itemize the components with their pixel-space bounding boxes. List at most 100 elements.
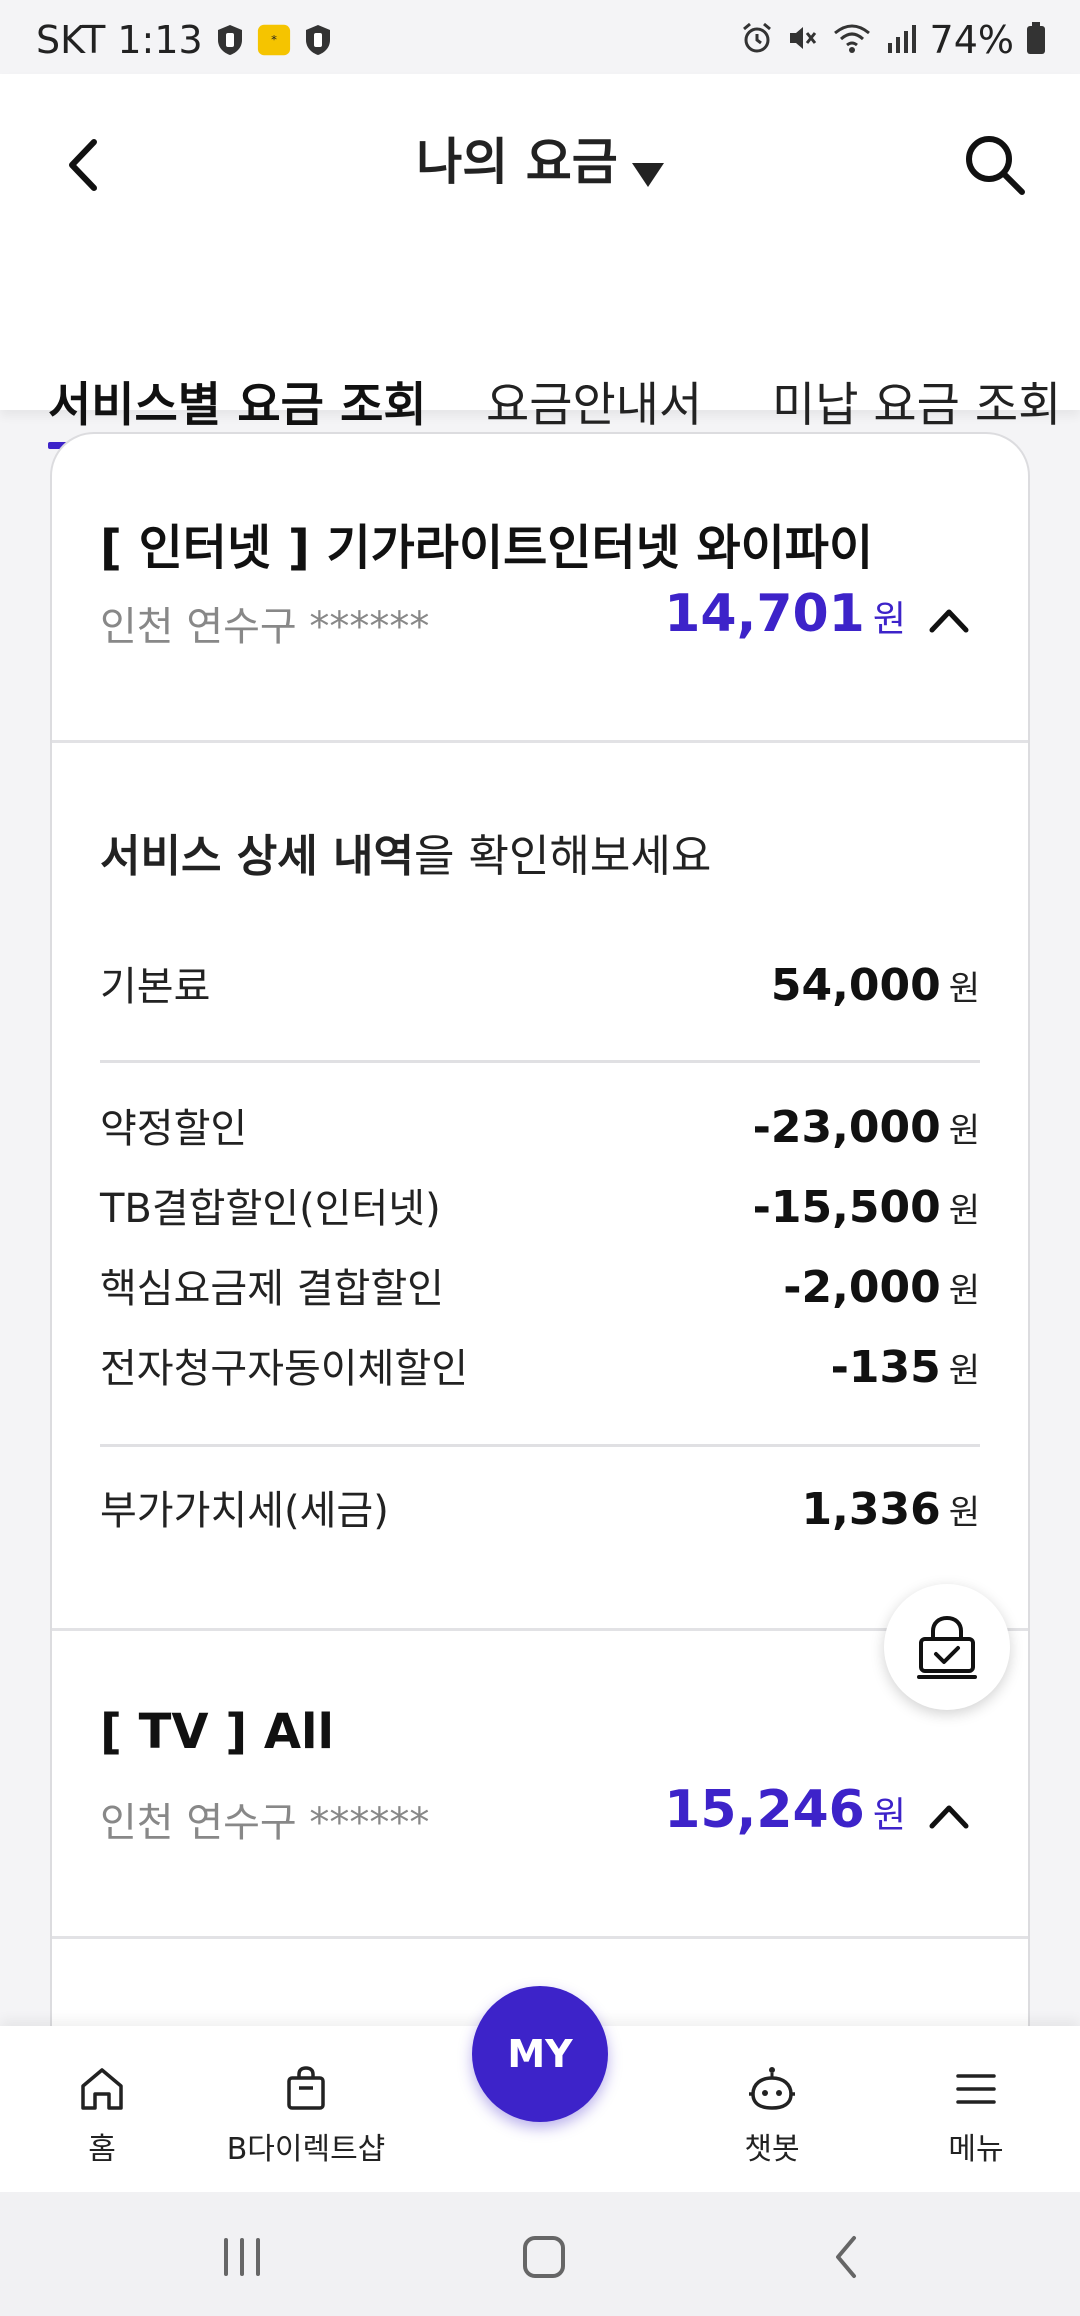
discount-amount: -15,500 원 (753, 1182, 980, 1233)
vat-label: 부가가치세(세금) (100, 1488, 389, 1534)
discount-value: -2,000 (783, 1262, 941, 1313)
vat-row: 부가가치세(세금) 1,336 원 (100, 1478, 980, 1536)
nav-chatbot[interactable]: 챗봇 (682, 2062, 862, 2168)
won-unit: 원 (948, 1271, 980, 1311)
chevron-up-icon (929, 609, 969, 633)
back-arrow-icon (836, 2236, 856, 2278)
won-unit: 원 (948, 1493, 980, 1533)
won-unit: 원 (948, 1191, 980, 1231)
svg-text:*: * (271, 33, 277, 47)
base-fee-amount: 54,000 원 (771, 960, 980, 1011)
home-system-button[interactable] (514, 2232, 574, 2282)
secure-lock-button[interactable] (884, 1584, 1010, 1710)
vat-amount: 1,336 원 (802, 1484, 980, 1535)
internet-service-title: [ 인터넷 ] 기가라이트인터넷 와이파이 (100, 520, 874, 576)
details-heading-rest: 을 확인해보세요 (414, 831, 712, 882)
tv-amount-value: 15,246 (664, 1780, 865, 1840)
status-left: SKT 1:13 * (36, 18, 335, 62)
search-button[interactable] (960, 130, 1030, 200)
shield-notification-icon (301, 21, 335, 59)
collapse-button[interactable] (926, 598, 972, 644)
discount-row: TB결합할인(인터넷) -15,500 원 (100, 1176, 980, 1234)
discount-label: 핵심요금제 결합할인 (100, 1266, 444, 1312)
app-notification-icon: * (257, 21, 291, 59)
discount-value: -135 (830, 1342, 941, 1393)
discount-value: -23,000 (752, 1102, 941, 1153)
my-button[interactable]: MY (472, 1986, 608, 2122)
signal-icon (884, 21, 918, 59)
won-unit: 원 (872, 599, 906, 640)
discount-row: 전자청구자동이체할인 -135 원 (100, 1336, 980, 1394)
carrier-time: SKT 1:13 (36, 18, 203, 62)
mute-icon (786, 21, 820, 59)
caret-down-icon (631, 162, 664, 187)
nav-home[interactable]: 홈 (12, 2062, 192, 2168)
tv-service-title: [ TV ] All (100, 1704, 334, 1760)
details-heading-bold: 서비스 상세 내역 (100, 831, 414, 882)
section-divider (52, 740, 1028, 743)
discount-row: 약정할인 -23,000 원 (100, 1096, 980, 1154)
base-fee-row: 기본료 54,000 원 (100, 954, 980, 1012)
chatbot-icon (749, 2067, 795, 2110)
discount-value: -15,500 (752, 1182, 941, 1233)
search-icon (966, 136, 1025, 195)
tab-unpaid-charges[interactable]: 미납 요금 조회 (772, 366, 1061, 435)
won-unit: 원 (948, 1351, 980, 1391)
chevron-up-icon (929, 1805, 969, 1829)
status-right: 74% (740, 18, 1046, 62)
lock-check-icon (917, 1615, 977, 1679)
row-divider (100, 1444, 980, 1447)
system-navigation-bar (0, 2192, 1080, 2316)
title-dropdown[interactable]: 나의 요금 (0, 122, 1080, 194)
app-header: 나의 요금 서비스별 요금 조회 요금안내서 미납 요금 조회 (0, 74, 1080, 449)
section-divider (52, 1936, 1028, 1939)
won-unit: 원 (948, 1111, 980, 1151)
menu-icon (956, 2074, 996, 2104)
collapse-button[interactable] (926, 1794, 972, 1840)
shopping-bag-icon (287, 2066, 325, 2110)
recent-apps-button[interactable] (212, 2232, 272, 2282)
discount-label: 약정할인 (100, 1106, 248, 1152)
internet-service-section[interactable]: [ 인터넷 ] 기가라이트인터넷 와이파이 인천 연수구 ****** 14,7… (52, 434, 1028, 740)
row-divider (100, 1060, 980, 1063)
nav-direct-shop-label: B다이렉트샵 (226, 2132, 386, 2167)
recent-apps-icon (224, 2238, 260, 2276)
internet-address: 인천 연수구 ****** (100, 604, 430, 650)
nav-direct-shop[interactable]: B다이렉트샵 (216, 2062, 396, 2168)
discount-amount: -2,000 원 (783, 1262, 980, 1313)
nav-menu[interactable]: 메뉴 (886, 2062, 1066, 2168)
tab-bar: 서비스별 요금 조회 요금안내서 미납 요금 조회 (0, 288, 1080, 449)
home-icon (81, 2068, 123, 2110)
page-title: 나의 요금 (416, 133, 618, 191)
tv-service-section[interactable]: [ TV ] All 인천 연수구 ****** 15,246 원 (52, 1630, 1028, 1936)
discount-row: 핵심요금제 결합할인 -2,000 원 (100, 1256, 980, 1314)
base-fee-value: 54,000 (770, 960, 941, 1011)
won-unit: 원 (948, 969, 980, 1009)
internet-amount-value: 14,701 (664, 584, 865, 644)
battery-percent: 74% (929, 18, 1014, 62)
shield-notification-icon (213, 21, 247, 59)
vat-value: 1,336 (801, 1484, 941, 1535)
tab-service-charges[interactable]: 서비스별 요금 조회 (48, 366, 427, 435)
nav-menu-label: 메뉴 (948, 2132, 1004, 2167)
discount-amount: -135 원 (831, 1342, 980, 1393)
wifi-icon (832, 21, 872, 59)
battery-icon (1026, 21, 1046, 59)
nav-home-label: 홈 (88, 2132, 116, 2167)
discount-label: 전자청구자동이체할인 (100, 1346, 468, 1392)
discount-label: TB결합할인(인터넷) (100, 1186, 441, 1232)
charges-card: [ 인터넷 ] 기가라이트인터넷 와이파이 인천 연수구 ****** 14,7… (50, 432, 1030, 2032)
tab-bill-guide[interactable]: 요금안내서 (486, 366, 702, 435)
back-system-button[interactable] (816, 2232, 876, 2282)
internet-amount: 14,701 원 (664, 584, 906, 644)
discount-amount: -23,000 원 (753, 1102, 980, 1153)
details-heading: 서비스 상세 내역을 확인해보세요 (100, 820, 711, 884)
status-bar: SKT 1:13 * 74% (0, 0, 1080, 74)
tv-address: 인천 연수구 ****** (100, 1800, 430, 1846)
won-unit: 원 (872, 1795, 906, 1836)
home-square-icon (523, 2236, 565, 2278)
alarm-icon (740, 21, 774, 59)
nav-chatbot-label: 챗봇 (744, 2132, 800, 2167)
base-fee-label: 기본료 (100, 964, 211, 1010)
tv-amount: 15,246 원 (664, 1780, 906, 1840)
